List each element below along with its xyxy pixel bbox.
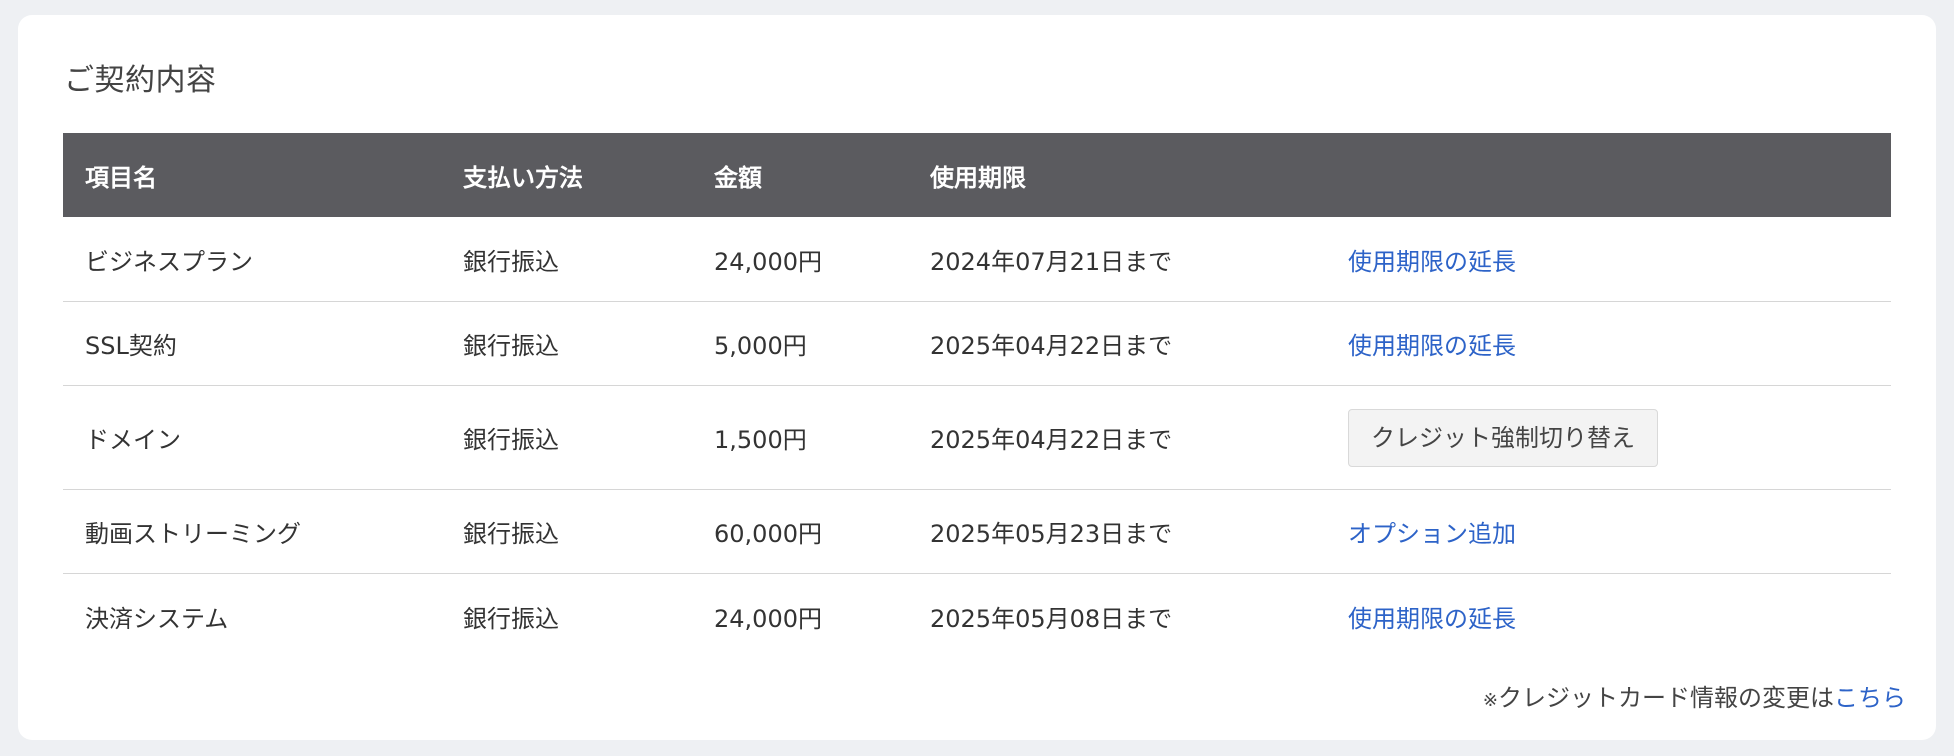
table-row: ビジネスプラン 銀行振込 24,000円 2024年07月21日まで 使用期限の… (63, 217, 1891, 302)
cell-amount: 24,000円 (714, 247, 822, 276)
cell-item: ドメイン (85, 426, 181, 454)
cell-expiry: 2025年05月08日まで (930, 604, 1173, 633)
contract-card: ご契約内容 項目名 支払い方法 金額 使用期限 ビジネスプラン 銀行振込 24,… (18, 15, 1936, 740)
header-item: 項目名 (85, 163, 157, 192)
cell-item: SSL契約 (85, 332, 177, 360)
cell-payment: 銀行振込 (463, 332, 559, 360)
cell-amount: 60,000円 (714, 520, 822, 548)
section-title: ご契約内容 (64, 63, 217, 98)
header-expiry: 使用期限 (930, 163, 1026, 192)
note-mark: ※ (1482, 690, 1498, 711)
header-amount: 金額 (714, 163, 762, 192)
header-payment: 支払い方法 (463, 163, 583, 192)
table-row: 動画ストリーミング 銀行振込 60,000円 2025年05月23日まで オプシ… (63, 490, 1891, 574)
add-option-link[interactable]: オプション追加 (1348, 520, 1516, 548)
cell-expiry: 2024年07月21日まで (930, 247, 1173, 276)
cell-item: ビジネスプラン (85, 247, 253, 276)
contract-table: 項目名 支払い方法 金額 使用期限 ビジネスプラン 銀行振込 24,000円 2… (63, 133, 1891, 658)
cell-item: 決済システム (85, 604, 229, 633)
cell-amount: 1,500円 (714, 426, 807, 454)
table-row: 決済システム 銀行振込 24,000円 2025年05月08日まで 使用期限の延… (63, 574, 1891, 658)
credit-switch-button[interactable]: クレジット強制切り替え (1348, 408, 1658, 467)
cell-payment: 銀行振込 (463, 426, 559, 454)
cell-payment: 銀行振込 (463, 520, 559, 548)
credit-card-change-note: ※クレジットカード情報の変更はこちら (1483, 678, 1906, 713)
table-header: 項目名 支払い方法 金額 使用期限 (63, 133, 1891, 217)
cell-amount: 24,000円 (714, 604, 822, 633)
extend-expiry-link[interactable]: 使用期限の延長 (1348, 248, 1516, 276)
table-row: ドメイン 銀行振込 1,500円 2025年04月22日まで クレジット強制切り… (63, 386, 1891, 490)
cell-expiry: 2025年04月22日まで (930, 332, 1173, 360)
cell-payment: 銀行振込 (463, 247, 559, 276)
cell-expiry: 2025年04月22日まで (930, 426, 1173, 454)
cell-expiry: 2025年05月23日まで (930, 520, 1173, 548)
cell-amount: 5,000円 (714, 332, 807, 360)
extend-expiry-link[interactable]: 使用期限の延長 (1348, 605, 1516, 633)
extend-expiry-link[interactable]: 使用期限の延長 (1348, 332, 1516, 360)
cell-payment: 銀行振込 (463, 604, 559, 633)
credit-card-change-link[interactable]: こちら (1834, 684, 1906, 712)
note-text: クレジットカード情報の変更は (1498, 684, 1834, 712)
cell-item: 動画ストリーミング (85, 520, 301, 548)
table-row: SSL契約 銀行振込 5,000円 2025年04月22日まで 使用期限の延長 (63, 302, 1891, 386)
